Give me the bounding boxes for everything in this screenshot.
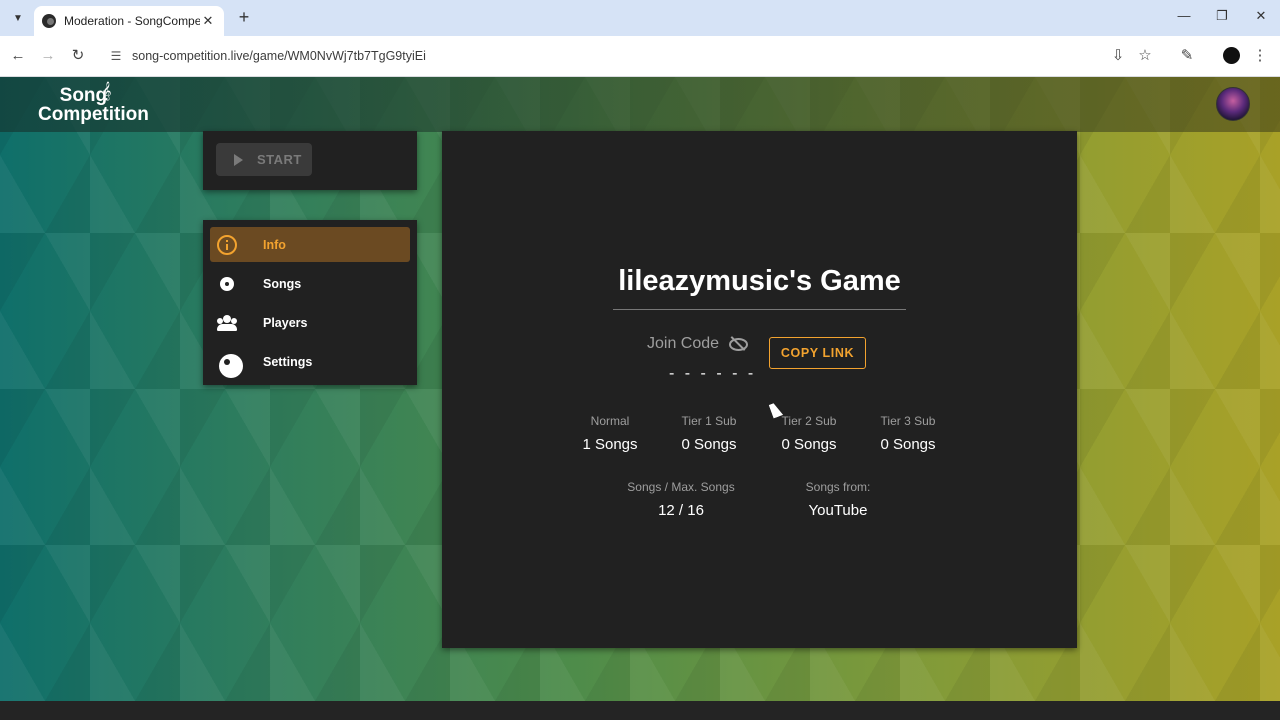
page-viewport: Song 𝄞 Competition START Info Songs Play…: [0, 77, 1280, 701]
close-window-icon[interactable]: ✕: [1249, 8, 1273, 28]
extensions-icon[interactable]: ✎: [1177, 46, 1197, 66]
stat-tier-1-sub: Tier 1 Sub 0 Songs: [654, 414, 764, 453]
logo-line-2: Competition: [38, 104, 149, 125]
stat-label: Tier 2 Sub: [781, 414, 837, 428]
stat-value: 0 Songs: [880, 436, 936, 453]
browser-profile-avatar[interactable]: [1223, 47, 1240, 64]
stat-label: Tier 1 Sub: [681, 414, 737, 428]
stat-label: Songs from:: [805, 480, 871, 494]
reload-icon[interactable]: ↻: [68, 46, 88, 66]
stat-label: Tier 3 Sub: [880, 414, 936, 428]
install-icon[interactable]: ⇩: [1108, 46, 1128, 66]
start-button[interactable]: START: [216, 143, 312, 176]
stat-value: 0 Songs: [781, 436, 837, 453]
sidebar-item-label: Players: [263, 315, 308, 330]
sidebar-item-settings[interactable]: Settings: [210, 344, 410, 379]
copy-link-button[interactable]: COPY LINK: [769, 337, 866, 369]
tab-list-icon[interactable]: ▼: [8, 8, 28, 28]
app-header: Song 𝄞 Competition: [0, 77, 1280, 132]
sidebar-item-players[interactable]: Players: [210, 305, 410, 340]
game-info-card: lileazymusic's Game Join Code - - - - - …: [442, 131, 1077, 648]
forward-icon[interactable]: →: [38, 46, 58, 66]
plus-icon[interactable]: +: [234, 8, 254, 28]
stat-songs-max: Songs / Max. Songs 12 / 16: [611, 480, 751, 519]
star-icon[interactable]: ☆: [1135, 46, 1155, 66]
sidebar-item-info[interactable]: Info: [210, 227, 410, 262]
start-card: START: [203, 131, 417, 190]
user-avatar[interactable]: [1216, 87, 1250, 121]
eye-off-icon[interactable]: [728, 335, 748, 351]
title-divider: [613, 309, 906, 310]
sidebar-menu: Info Songs Players Settings: [203, 220, 417, 385]
back-icon[interactable]: ←: [8, 46, 28, 66]
minimize-icon[interactable]: —: [1172, 8, 1196, 28]
disc-icon: [217, 274, 237, 294]
browser-tab-bar: ▼ Moderation - SongCompetition ✕ + — ❐ ✕: [0, 0, 1280, 36]
menu-icon[interactable]: ⋮: [1250, 46, 1270, 66]
start-button-label: START: [257, 152, 302, 167]
stat-normal: Normal 1 Songs: [555, 414, 665, 453]
bottom-bar: [0, 701, 1280, 720]
app-logo[interactable]: Song 𝄞 Competition: [38, 83, 149, 125]
stat-label: Normal: [590, 414, 630, 428]
treble-clef-icon: 𝄞: [102, 83, 112, 100]
url-text[interactable]: song-competition.live/game/WM0NvWj7tb7Tg…: [132, 49, 426, 63]
site-favicon-icon: [42, 14, 56, 28]
join-code-label: Join Code: [647, 335, 720, 352]
stat-tier-3-sub: Tier 3 Sub 0 Songs: [853, 414, 963, 453]
close-icon[interactable]: ✕: [200, 13, 216, 29]
join-code-value: - - - - - -: [669, 365, 757, 382]
stat-songs-from: Songs from: YouTube: [778, 480, 898, 519]
stat-label: Songs / Max. Songs: [627, 480, 735, 494]
site-info-icon[interactable]: ☰: [108, 48, 124, 64]
sidebar-item-label: Songs: [263, 276, 302, 291]
sidebar-item-label: Info: [263, 237, 286, 252]
logo-line-1: Song: [59, 85, 108, 106]
restore-icon[interactable]: ❐: [1210, 8, 1234, 28]
browser-tab[interactable]: Moderation - SongCompetition ✕: [34, 6, 224, 36]
play-icon: [234, 153, 243, 166]
tab-title: Moderation - SongCompetition: [64, 14, 200, 28]
address-bar[interactable]: ☰ song-competition.live/game/WM0NvWj7tb7…: [100, 41, 1100, 71]
stat-value: YouTube: [808, 502, 868, 519]
browser-toolbar: ← → ↻ ☰ song-competition.live/game/WM0Nv…: [0, 36, 1280, 77]
stat-value: 12 / 16: [658, 502, 704, 519]
stat-value: 1 Songs: [582, 436, 638, 453]
people-icon: [217, 313, 237, 333]
stat-tier-2-sub: Tier 2 Sub 0 Songs: [754, 414, 864, 453]
game-title: lileazymusic's Game: [618, 265, 901, 297]
info-icon: [217, 234, 237, 255]
sidebar-item-label: Settings: [263, 354, 313, 369]
stat-value: 0 Songs: [681, 436, 737, 453]
gear-icon: [217, 352, 243, 378]
sidebar-item-songs[interactable]: Songs: [210, 266, 410, 301]
